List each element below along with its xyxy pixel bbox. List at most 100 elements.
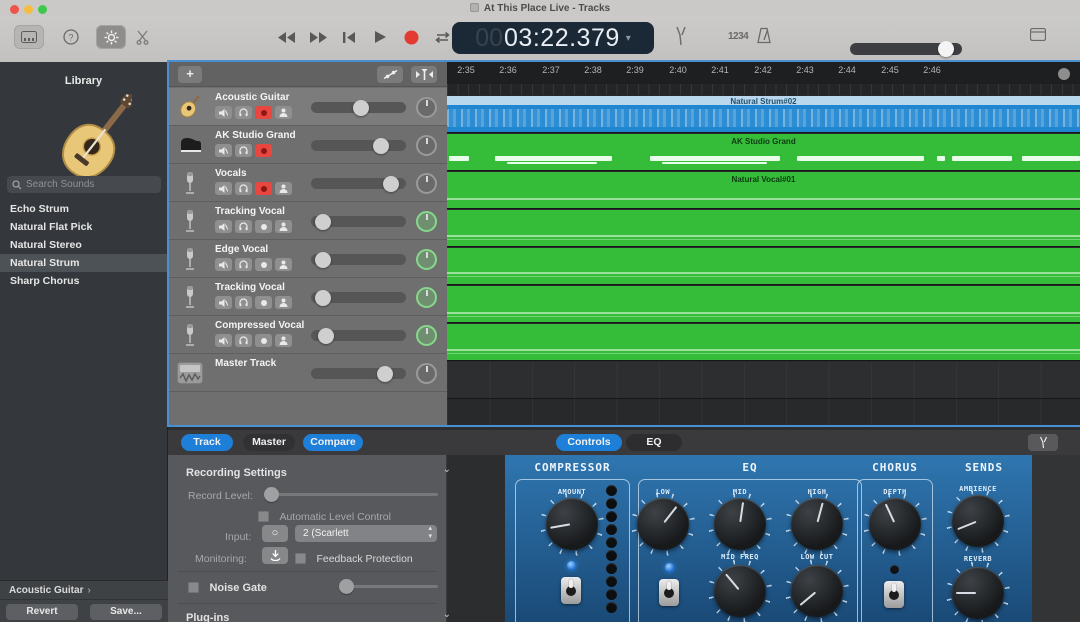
go-to-beginning-button[interactable] (338, 25, 360, 49)
track-volume-slider[interactable] (311, 368, 406, 379)
plugins-header[interactable]: Plug-ins ⌄ (186, 608, 465, 622)
track-volume-slider[interactable] (311, 102, 406, 113)
eq-mid-knob[interactable] (714, 498, 766, 550)
record-level-knob[interactable] (264, 487, 279, 502)
auto-level-row[interactable]: Automatic Level Control (258, 507, 537, 525)
solo-button[interactable] (235, 334, 252, 347)
mute-button[interactable] (215, 258, 232, 271)
input-monitoring-button[interactable] (275, 106, 292, 119)
sends-reverb-knob[interactable] (952, 567, 1004, 619)
tuner-button[interactable] (674, 26, 688, 46)
track-row[interactable]: Tracking Vocal (169, 202, 447, 240)
patch-breadcrumb[interactable]: Acoustic Guitar› (0, 581, 168, 600)
master-track-lane[interactable] (447, 362, 1080, 399)
record-level-slider[interactable] (268, 493, 438, 496)
track-volume-slider[interactable] (311, 216, 406, 227)
recording-settings-header[interactable]: Recording Settings ⌄ (186, 463, 465, 481)
pan-knob[interactable] (416, 363, 437, 384)
time-ruler[interactable]: 2:35 2:36 2:37 2:38 2:39 2:40 2:41 2:42 … (447, 62, 1080, 95)
scroll-handle[interactable] (1058, 68, 1070, 80)
input-monitoring-button[interactable] (275, 296, 292, 309)
track-volume-slider[interactable] (311, 254, 406, 265)
chorus-depth-knob[interactable] (869, 498, 921, 550)
region-vocal-take[interactable] (447, 248, 1080, 285)
master-volume-knob[interactable] (938, 41, 954, 57)
eq-switch[interactable] (659, 579, 679, 606)
record-enable-button[interactable] (255, 220, 272, 233)
region-natural-strum[interactable]: Natural Strum#02 (447, 96, 1080, 133)
volume-knob[interactable] (315, 214, 331, 230)
search-field[interactable] (7, 176, 161, 193)
solo-button[interactable] (235, 296, 252, 309)
library-item-selected[interactable]: Natural Strum (0, 254, 168, 272)
noise-gate-knob[interactable] (339, 579, 354, 594)
record-enable-button[interactable] (255, 334, 272, 347)
solo-button[interactable] (235, 220, 252, 233)
volume-knob[interactable] (318, 328, 334, 344)
record-enable-button[interactable] (255, 106, 272, 119)
track-row[interactable]: Tracking Vocal (169, 278, 447, 316)
input-select[interactable]: 2 (Scarlett ▴▾ (295, 525, 437, 542)
volume-knob[interactable] (383, 176, 399, 192)
input-monitoring-button[interactable] (275, 220, 292, 233)
record-button[interactable] (400, 25, 422, 49)
volume-knob[interactable] (373, 138, 389, 154)
chorus-switch[interactable] (884, 581, 904, 608)
volume-knob[interactable] (353, 100, 369, 116)
region-ak-studio-grand[interactable]: AK Studio Grand (447, 134, 1080, 171)
volume-knob[interactable] (315, 290, 331, 306)
region-natural-vocal[interactable]: Natural Vocal#01 (447, 172, 1080, 209)
compressor-switch[interactable] (561, 577, 581, 604)
smart-controls-button[interactable] (96, 25, 126, 49)
eq-low-knob[interactable] (637, 498, 689, 550)
revert-button[interactable]: Revert (6, 604, 78, 620)
editors-button[interactable] (127, 25, 157, 49)
volume-knob[interactable] (315, 252, 331, 268)
mute-button[interactable] (215, 220, 232, 233)
eq-low-cut-knob[interactable] (791, 565, 843, 617)
timeline[interactable]: 2:35 2:36 2:37 2:38 2:39 2:40 2:41 2:42 … (447, 62, 1080, 425)
automation-button[interactable] (377, 66, 403, 83)
pan-knob[interactable] (416, 135, 437, 156)
track-row[interactable]: Edge Vocal (169, 240, 447, 278)
pan-knob[interactable] (416, 287, 437, 308)
record-enable-button[interactable] (255, 296, 272, 309)
track-volume-slider[interactable] (311, 292, 406, 303)
play-button[interactable] (369, 25, 391, 49)
record-enable-button[interactable] (255, 144, 272, 157)
library-item[interactable]: Natural Stereo (0, 236, 168, 254)
display-mode-button[interactable] (1030, 28, 1046, 41)
library-item[interactable]: Natural Flat Pick (0, 218, 168, 236)
master-volume-slider[interactable] (850, 43, 962, 55)
track-volume-slider[interactable] (311, 330, 406, 341)
checkbox-unchecked[interactable] (295, 553, 306, 564)
track-volume-slider[interactable] (311, 178, 406, 189)
search-input[interactable] (26, 179, 156, 190)
mute-button[interactable] (215, 334, 232, 347)
tab-track[interactable]: Track (181, 434, 233, 451)
input-monitoring-button[interactable] (275, 182, 292, 195)
mute-button[interactable] (215, 144, 232, 157)
empty-timeline-area[interactable] (447, 399, 1080, 425)
library-item[interactable]: Sharp Chorus (0, 272, 168, 290)
track-row[interactable]: Acoustic Guitar (169, 88, 447, 126)
solo-button[interactable] (235, 182, 252, 195)
tab-eq[interactable]: EQ (626, 434, 682, 451)
stepper-icons[interactable]: ▴▾ (428, 525, 432, 541)
sends-ambience-knob[interactable] (952, 495, 1004, 547)
track-row[interactable]: AK Studio Grand (169, 126, 447, 164)
solo-button[interactable] (235, 106, 252, 119)
mute-button[interactable] (215, 296, 232, 309)
library-toggle-button[interactable] (14, 25, 44, 49)
checkbox-unchecked[interactable] (258, 511, 269, 522)
chevron-down-icon[interactable]: ▾ (626, 33, 631, 44)
track-row[interactable]: Master Track (169, 354, 447, 392)
save-button[interactable]: Save... (90, 604, 162, 620)
pan-knob[interactable] (416, 173, 437, 194)
tab-compare[interactable]: Compare (303, 434, 363, 451)
tab-controls[interactable]: Controls (556, 434, 622, 451)
volume-knob[interactable] (377, 366, 393, 382)
track-row[interactable]: Compressed Vocal (169, 316, 447, 354)
compressor-amount-knob[interactable] (546, 498, 598, 550)
solo-button[interactable] (235, 258, 252, 271)
